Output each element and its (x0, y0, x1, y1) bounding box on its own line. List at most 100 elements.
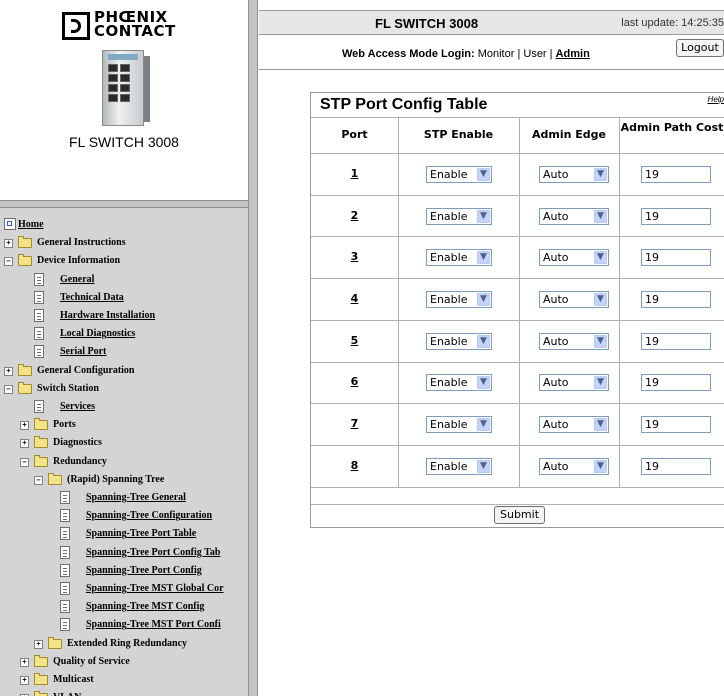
nav-item-extended-ring-redundancy[interactable]: + Extended Ring Redundancy (0, 636, 248, 652)
nav-item-technical-data[interactable]: Technical Data (0, 290, 248, 306)
nav-item-serial-port[interactable]: Serial Port (0, 344, 248, 360)
chevron-down-icon[interactable]: ▼ (594, 292, 607, 306)
chevron-down-icon[interactable]: ▼ (477, 209, 490, 223)
admin-edge-select[interactable]: Auto ▼ (539, 290, 609, 308)
nav-item-label[interactable]: Serial Port (60, 344, 106, 360)
admin-path-cost-input[interactable]: 19 (641, 332, 711, 350)
admin-edge-select[interactable]: Auto ▼ (539, 332, 609, 350)
chevron-down-icon[interactable]: ▼ (477, 376, 490, 390)
stp-enable-select[interactable]: Enable ▼ (426, 165, 492, 183)
expand-icon[interactable]: + (4, 239, 13, 249)
nav-item-rapid-spanning-tree[interactable]: − (Rapid) Spanning Tree (0, 472, 248, 488)
collapse-icon[interactable]: − (34, 475, 43, 485)
chevron-down-icon[interactable]: ▼ (477, 459, 490, 473)
chevron-down-icon[interactable]: ▼ (594, 376, 607, 390)
nav-item-quality-of-service[interactable]: + Quality of Service (0, 654, 248, 670)
chevron-down-icon[interactable]: ▼ (477, 251, 490, 265)
collapse-icon[interactable]: − (4, 257, 13, 267)
chevron-down-icon[interactable]: ▼ (594, 459, 607, 473)
admin-path-cost-input[interactable]: 19 (641, 249, 711, 267)
expand-icon[interactable]: + (20, 421, 29, 431)
expand-icon[interactable]: + (20, 676, 29, 685)
nav-item-label[interactable]: Spanning-Tree Configuration (86, 508, 212, 524)
nav-item-switch-station[interactable]: − Switch Station (0, 381, 248, 397)
logout-button[interactable]: Logout (676, 39, 724, 57)
port-link[interactable]: 4 (311, 292, 398, 305)
nav-item-label[interactable]: Spanning-Tree MST Port Confi (86, 617, 221, 633)
nav-item-redundancy[interactable]: − Redundancy (0, 454, 248, 470)
mode-admin-link[interactable]: Admin (556, 48, 590, 60)
stp-enable-select[interactable]: Enable ▼ (426, 374, 492, 392)
nav-item-general-instructions[interactable]: + General Instructions (0, 235, 248, 251)
admin-path-cost-input[interactable]: 19 (641, 290, 711, 308)
admin-edge-select[interactable]: Auto ▼ (539, 207, 609, 225)
admin-path-cost-input[interactable]: 19 (641, 165, 711, 183)
collapse-icon[interactable]: − (4, 384, 13, 394)
admin-path-cost-input[interactable]: 19 (641, 207, 711, 225)
nav-item-diagnostics[interactable]: + Diagnostics (0, 435, 248, 451)
port-link[interactable]: 6 (311, 375, 398, 388)
nav-item-label[interactable]: Spanning-Tree Port Config (86, 563, 202, 579)
frame-splitter-horizontal[interactable] (0, 200, 248, 208)
nav-item-spanning-tree-port-config[interactable]: Spanning-Tree Port Config (0, 563, 248, 579)
port-link[interactable]: 1 (311, 167, 398, 180)
nav-item-label[interactable]: Spanning-Tree General (86, 490, 186, 506)
nav-item-vlan[interactable]: +VLAN (0, 690, 248, 696)
nav-item-spanning-tree-mst-config[interactable]: Spanning-Tree MST Config (0, 599, 248, 615)
chevron-down-icon[interactable]: ▼ (477, 334, 490, 348)
nav-item-label[interactable]: Services (60, 399, 95, 415)
nav-item-spanning-tree-mst-global-cor[interactable]: Spanning-Tree MST Global Cor (0, 581, 248, 597)
port-link[interactable]: 2 (311, 209, 398, 222)
nav-item-general-configuration[interactable]: + General Configuration (0, 363, 248, 379)
stp-enable-select[interactable]: Enable ▼ (426, 290, 492, 308)
chevron-down-icon[interactable]: ▼ (477, 167, 490, 181)
expand-icon[interactable]: + (20, 657, 29, 667)
chevron-down-icon[interactable]: ▼ (477, 292, 490, 306)
nav-item-ports[interactable]: + Ports (0, 417, 248, 433)
port-link[interactable]: 3 (311, 250, 398, 263)
admin-edge-select[interactable]: Auto ▼ (539, 374, 609, 392)
nav-item-spanning-tree-port-table[interactable]: Spanning-Tree Port Table (0, 526, 248, 542)
stp-enable-select[interactable]: Enable ▼ (426, 457, 492, 475)
nav-item-spanning-tree-general[interactable]: Spanning-Tree General (0, 490, 248, 506)
nav-item-label[interactable]: Local Diagnostics (60, 326, 135, 342)
admin-edge-select[interactable]: Auto ▼ (539, 165, 609, 183)
nav-item-services[interactable]: Services (0, 399, 248, 415)
nav-item-label[interactable]: Spanning-Tree MST Config (86, 599, 204, 615)
admin-edge-select[interactable]: Auto ▼ (539, 416, 609, 434)
chevron-down-icon[interactable]: ▼ (477, 418, 490, 432)
admin-edge-select[interactable]: Auto ▼ (539, 457, 609, 475)
collapse-icon[interactable]: − (20, 457, 29, 467)
nav-item-label[interactable]: Hardware Installation (60, 308, 155, 324)
port-link[interactable]: 8 (311, 459, 398, 472)
admin-path-cost-input[interactable]: 19 (641, 416, 711, 434)
help-link[interactable]: Help (708, 95, 724, 104)
chevron-down-icon[interactable]: ▼ (594, 209, 607, 223)
stp-enable-select[interactable]: Enable ▼ (426, 249, 492, 267)
nav-item-label[interactable]: Technical Data (60, 290, 124, 306)
expand-icon[interactable]: + (34, 639, 43, 649)
stp-enable-select[interactable]: Enable ▼ (426, 332, 492, 350)
frame-splitter-vertical[interactable] (248, 0, 258, 696)
submit-button[interactable]: Submit (494, 506, 545, 524)
nav-item-label[interactable]: General (60, 272, 94, 288)
nav-item-multicast[interactable]: + Multicast (0, 672, 248, 688)
nav-item-home[interactable]: Home (0, 217, 248, 233)
stp-enable-select[interactable]: Enable ▼ (426, 416, 492, 434)
nav-item-label[interactable]: Spanning-Tree MST Global Cor (86, 581, 224, 597)
nav-item-general[interactable]: General (0, 272, 248, 288)
chevron-down-icon[interactable]: ▼ (594, 167, 607, 181)
nav-item-label[interactable]: Spanning-Tree Port Config Tab (86, 545, 220, 561)
nav-item-hardware-installation[interactable]: Hardware Installation (0, 308, 248, 324)
chevron-down-icon[interactable]: ▼ (594, 334, 607, 348)
stp-enable-select[interactable]: Enable ▼ (426, 207, 492, 225)
admin-edge-select[interactable]: Auto ▼ (539, 249, 609, 267)
port-link[interactable]: 5 (311, 334, 398, 347)
expand-icon[interactable]: + (20, 439, 29, 449)
nav-item-label[interactable]: Home (18, 217, 44, 233)
chevron-down-icon[interactable]: ▼ (594, 418, 607, 432)
port-link[interactable]: 7 (311, 417, 398, 430)
nav-item-local-diagnostics[interactable]: Local Diagnostics (0, 326, 248, 342)
nav-item-device-information[interactable]: − Device Information (0, 253, 248, 269)
nav-item-label[interactable]: Spanning-Tree Port Table (86, 526, 196, 542)
